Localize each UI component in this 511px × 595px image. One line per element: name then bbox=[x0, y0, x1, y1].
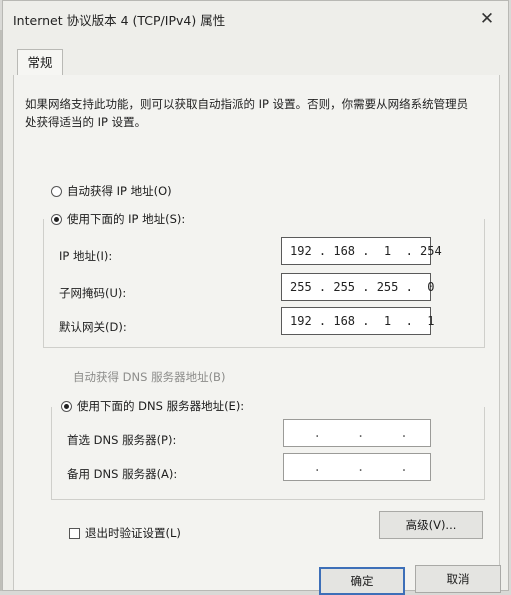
radio-auto-dns[interactable]: 自动获得 DNS 服务器地址(B) bbox=[73, 369, 225, 385]
ipv4-properties-dialog: Internet 协议版本 4 (TCP/IPv4) 属性 ✕ 常规 如果网络支… bbox=[2, 0, 509, 595]
title-bar: Internet 协议版本 4 (TCP/IPv4) 属性 bbox=[3, 1, 508, 37]
subnet-mask-input[interactable]: 255 . 255 . 255 . 0 bbox=[281, 273, 435, 301]
close-icon: ✕ bbox=[479, 9, 495, 29]
validate-settings-checkbox[interactable]: 退出时验证设置(L) bbox=[69, 525, 181, 541]
cancel-button[interactable]: 取消 bbox=[415, 565, 501, 593]
radio-label: 自动获得 DNS 服务器地址(B) bbox=[73, 370, 226, 384]
subnet-mask-label: 子网掩码(U): bbox=[59, 286, 127, 300]
radio-label: 自动获得 IP 地址(O) bbox=[67, 184, 172, 198]
alternate-dns-input[interactable]: . . . bbox=[283, 453, 431, 481]
alternate-dns-label: 备用 DNS 服务器(A): bbox=[67, 467, 178, 481]
default-gateway-input[interactable]: 192 . 168 . 1 . 1 bbox=[281, 307, 435, 335]
checkbox-box bbox=[69, 527, 80, 539]
close-button[interactable]: ✕ bbox=[478, 10, 496, 28]
window-title: Internet 协议版本 4 (TCP/IPv4) 属性 bbox=[13, 12, 226, 28]
radio-button bbox=[51, 185, 62, 197]
description-text: 如果网络支持此功能，则可以获取自动指派的 IP 设置。否则，你需要从网络系统管理… bbox=[25, 97, 469, 129]
advanced-button[interactable]: 高级(V)... bbox=[379, 511, 483, 539]
preferred-dns-input[interactable]: . . . bbox=[283, 419, 431, 447]
default-gateway-label: 默认网关(D): bbox=[59, 320, 127, 334]
checkbox-label: 退出时验证设置(L) bbox=[85, 526, 181, 540]
ip-address-label: IP 地址(I): bbox=[59, 249, 113, 263]
preferred-dns-label: 首选 DNS 服务器(P): bbox=[67, 433, 177, 447]
ip-address-input[interactable]: 192 . 168 . 1 . 254 bbox=[281, 237, 442, 265]
tab-bar: 常规 bbox=[13, 47, 500, 76]
radio-auto-ip[interactable]: 自动获得 IP 地址(O) bbox=[51, 183, 172, 199]
tab-general[interactable]: 常规 bbox=[17, 49, 63, 76]
